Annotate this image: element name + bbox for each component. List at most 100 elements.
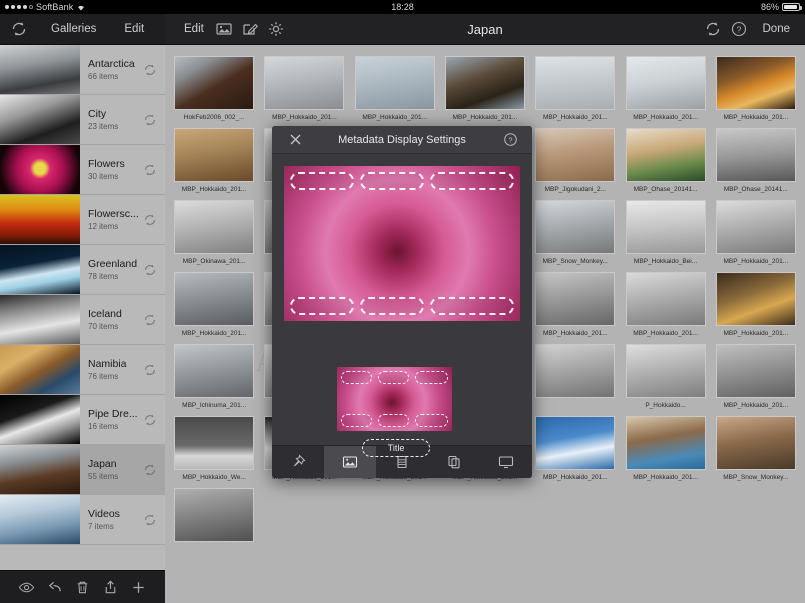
sidebar-edit-button[interactable]: Edit (117, 20, 151, 38)
sync-icon[interactable] (143, 313, 157, 327)
share-icon[interactable] (102, 579, 119, 596)
sidebar-item-namibia[interactable]: Namibia76 items (0, 345, 165, 395)
sidebar-item-japan[interactable]: Japan55 items (0, 445, 165, 495)
photo-cell[interactable]: MBP_Hokkaido_201... (530, 267, 620, 339)
photo-cell[interactable]: MBP_Jigokudani_2... (530, 123, 620, 195)
sync-icon[interactable] (143, 363, 157, 377)
sync-icon[interactable] (143, 463, 157, 477)
photo-cell[interactable]: MBP_Hokkaido_201... (711, 339, 801, 411)
gallery-item-count: 66 items (88, 72, 143, 81)
pin-icon-button[interactable] (272, 446, 324, 478)
sync-icon[interactable] (704, 20, 722, 38)
sync-icon[interactable] (143, 163, 157, 177)
photo-filename: MBP_Hokkaido_201... (724, 402, 789, 409)
sync-icon[interactable] (10, 20, 28, 38)
sidebar-item-greenland[interactable]: Greenland78 items (0, 245, 165, 295)
photo-cell[interactable] (530, 339, 620, 411)
photo-thumbnail (716, 200, 796, 254)
photo-cell[interactable]: MBP_Ichinuma_201... (169, 339, 259, 411)
photo-cell[interactable]: MBP_Hokkaido_201... (530, 51, 620, 123)
small-dropzone-bottom-right[interactable] (415, 414, 448, 427)
small-dropzone-bottom-left[interactable] (341, 414, 372, 427)
gear-icon[interactable] (267, 20, 285, 38)
photo-cell[interactable]: MBP_Ohase_20141... (711, 123, 801, 195)
metadata-dropzone-top-right[interactable] (430, 172, 514, 190)
sidebar-item-antarctica[interactable]: Antarctica66 items (0, 45, 165, 95)
photo-cell[interactable]: MBP_Ohase_20141... (620, 123, 710, 195)
photo-cell[interactable]: MBP_Hokkaido_201... (530, 411, 620, 483)
undo-arrow-icon[interactable] (46, 579, 63, 596)
photo-cell[interactable]: MBP_Snow_Monkey... (711, 411, 801, 483)
metadata-dropzone-bottom-center[interactable] (360, 297, 424, 315)
photo-cell[interactable]: MBP_Snow_Monkey... (530, 195, 620, 267)
gallery-thumbnail (0, 195, 80, 244)
sidebar-item-flowersc[interactable]: Flowersc...12 items (0, 195, 165, 245)
galleries-button[interactable]: Galleries (44, 20, 103, 38)
photo-cell[interactable]: MBP_Hokkaido_201... (440, 51, 530, 123)
photo-filename: MBP_Hokkaido_Bei... (634, 258, 697, 265)
photo-cell[interactable]: MBP_Hokkaido_201... (259, 51, 349, 123)
small-dropzone-top-right[interactable] (415, 371, 448, 384)
sidebar-item-pipedre[interactable]: Pipe Dre...16 items (0, 395, 165, 445)
photo-cell[interactable]: MBP_Hokkaido_201... (169, 123, 259, 195)
photo-thumbnail (626, 56, 706, 110)
galleries-sidebar[interactable]: Antarctica66 itemsCity23 itemsFlowers30 … (0, 45, 165, 570)
help-circle-icon[interactable]: ? (730, 20, 748, 38)
photo-cell[interactable]: P_Hokkaido... (620, 339, 710, 411)
photo-cell[interactable]: HokFeb2006_002_... (169, 51, 259, 123)
sync-icon[interactable] (143, 513, 157, 527)
gallery-name: Flowersc... (88, 208, 143, 221)
plus-icon[interactable] (130, 579, 147, 596)
image-icon[interactable] (215, 20, 233, 38)
small-dropzone-top-left[interactable] (341, 371, 372, 384)
photo-cell[interactable] (169, 483, 259, 548)
sidebar-item-city[interactable]: City23 items (0, 95, 165, 145)
gallery-name: Iceland (88, 308, 143, 321)
metadata-dropzone-bottom-left[interactable] (290, 297, 354, 315)
photo-thumbnail (174, 272, 254, 326)
photo-cell[interactable]: MBP_Hokkaido_201... (711, 195, 801, 267)
photo-thumbnail (716, 344, 796, 398)
photo-thumbnail (174, 488, 254, 542)
sync-icon[interactable] (143, 413, 157, 427)
small-dropzone-top-center[interactable] (378, 371, 409, 384)
done-button[interactable]: Done (756, 20, 798, 38)
sidebar-item-videos[interactable]: Videos7 items (0, 495, 165, 545)
photo-filename: P_Hokkaido... (645, 402, 685, 409)
metadata-dropzone-bottom-right[interactable] (430, 297, 514, 315)
sync-icon[interactable] (143, 263, 157, 277)
photo-cell[interactable]: MBP_Hokkaido_201... (620, 51, 710, 123)
copy-icon-button[interactable] (428, 446, 480, 478)
gallery-thumbnail (0, 395, 80, 444)
photo-filename: MBP_Snow_Monkey... (543, 258, 608, 265)
photo-cell[interactable]: MBP_Okinawa_201... (169, 195, 259, 267)
sync-icon[interactable] (143, 113, 157, 127)
metadata-display-settings-dialog: Metadata Display Settings ? (272, 126, 532, 478)
monitor-icon-button[interactable] (480, 446, 532, 478)
help-circle-icon[interactable]: ? (503, 132, 518, 147)
metadata-dropzone-top-left[interactable] (290, 172, 354, 190)
sidebar-item-flowers[interactable]: Flowers30 items (0, 145, 165, 195)
metadata-dropzone-top-center[interactable] (360, 172, 424, 190)
close-icon[interactable] (288, 132, 303, 147)
sync-icon[interactable] (143, 213, 157, 227)
photo-cell[interactable]: MBP_Hokkaido_201... (711, 267, 801, 339)
photo-cell[interactable]: MBP_Hokkaido_201... (620, 267, 710, 339)
main-edit-button[interactable]: Edit (177, 20, 211, 38)
photo-cell[interactable]: MBP_Hokkaido_We... (169, 411, 259, 483)
small-dropzone-bottom-center[interactable] (378, 414, 409, 427)
trash-icon[interactable] (74, 579, 91, 596)
photo-cell[interactable]: MBP_Hokkaido_201... (620, 411, 710, 483)
filmstrip-icon-button[interactable] (376, 446, 428, 478)
photo-cell[interactable]: MBP_Hokkaido_201... (169, 267, 259, 339)
compose-icon[interactable] (241, 20, 259, 38)
photo-thumbnail (716, 128, 796, 182)
photo-cell[interactable]: MBP_Hokkaido_Bei... (620, 195, 710, 267)
sync-icon[interactable] (143, 63, 157, 77)
sidebar-item-iceland[interactable]: Iceland70 items (0, 295, 165, 345)
photo-cell[interactable]: MBP_Hokkaido_201... (350, 51, 440, 123)
gallery-info: Flowers30 items (80, 145, 143, 194)
eye-icon[interactable] (18, 579, 35, 596)
photo-cell[interactable]: MBP_Hokkaido_201... (711, 51, 801, 123)
photo-thumbnail (626, 416, 706, 470)
